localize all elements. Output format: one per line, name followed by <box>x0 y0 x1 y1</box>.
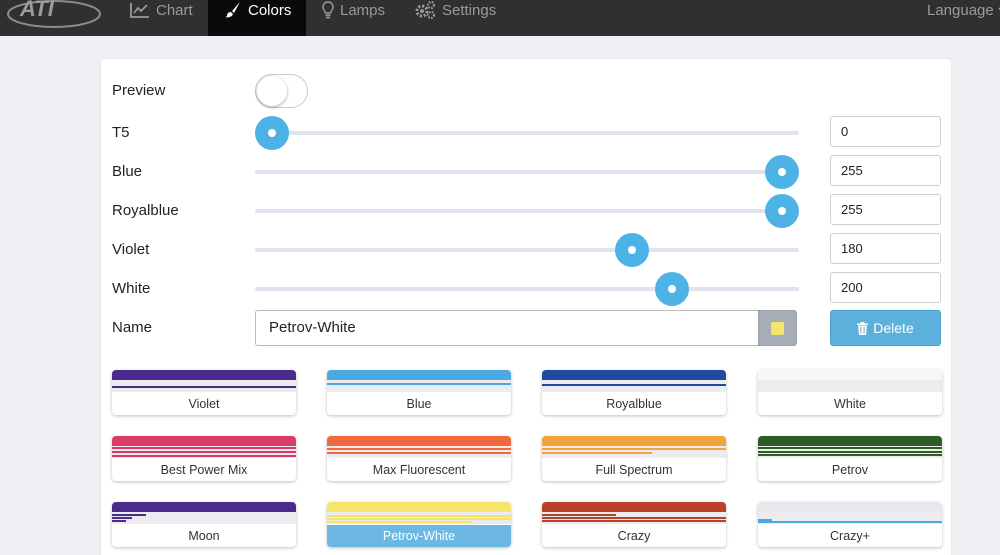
preset-label: Royalblue <box>606 397 662 411</box>
preset-crazy[interactable]: Crazy <box>542 502 726 547</box>
channel-t5-slider-thumb[interactable] <box>255 116 289 150</box>
lightbulb-icon <box>322 1 334 19</box>
nav-chart[interactable]: Chart <box>116 0 207 28</box>
channel-violet-slider[interactable] <box>255 233 799 267</box>
nav-colors[interactable]: Colors <box>208 0 306 36</box>
preview-toggle-knob <box>257 76 287 106</box>
channel-white-slider[interactable] <box>255 272 799 306</box>
channel-blue-input[interactable]: 255 <box>830 155 941 186</box>
preset-bars <box>112 436 296 458</box>
color-picker-button[interactable] <box>758 310 797 346</box>
preset-label: Moon <box>188 529 220 543</box>
nav-lamps[interactable]: Lamps <box>308 0 399 28</box>
preset-bars <box>327 436 511 458</box>
nav-chart-label: Chart <box>156 1 193 19</box>
preview-toggle[interactable] <box>255 74 308 108</box>
nav-settings[interactable]: Settings <box>400 0 510 28</box>
channel-violet-slider-thumb[interactable] <box>615 233 649 267</box>
preset-bars <box>327 370 511 392</box>
preset-label: Violet <box>188 397 220 411</box>
channel-royalblue-label: Royalblue <box>112 202 179 219</box>
delete-label: Delete <box>873 320 914 336</box>
nav-colors-label: Colors <box>248 1 292 19</box>
line-chart-icon <box>130 3 149 18</box>
channel-white-slider-thumb[interactable] <box>655 272 689 306</box>
preview-label: Preview <box>112 82 166 99</box>
preset-bars <box>112 502 296 524</box>
preset-label: Max Fluorescent <box>372 463 466 477</box>
channel-royalblue-slider-thumb[interactable] <box>765 194 799 228</box>
preset-label: Petrov <box>831 463 869 477</box>
channel-white-label: White <box>112 280 151 297</box>
name-input[interactable]: Petrov-White <box>255 310 758 346</box>
color-swatch <box>771 322 784 335</box>
channel-t5-label: T5 <box>112 124 130 141</box>
preset-moon[interactable]: Moon <box>112 502 296 547</box>
preset-label: Best Power Mix <box>160 463 248 477</box>
channel-royalblue-input[interactable]: 255 <box>830 194 941 225</box>
ati-logo[interactable]: ATI <box>6 0 106 35</box>
preset-crazy-plus[interactable]: Crazy+ <box>758 502 942 547</box>
preset-label: White <box>834 397 866 411</box>
preset-full-spectrum[interactable]: Full Spectrum <box>542 436 726 481</box>
preset-label: Crazy <box>617 529 651 543</box>
channel-blue-slider[interactable] <box>255 155 799 189</box>
channel-blue-slider-thumb[interactable] <box>765 155 799 189</box>
preset-bars <box>758 436 942 458</box>
top-navbar: ATI Chart Colors Lamps Settings Language <box>0 0 1000 36</box>
logo-text: ATI <box>19 0 55 21</box>
trash-icon <box>857 321 869 335</box>
preset-label: Crazy+ <box>830 529 870 543</box>
preset-bars <box>327 502 511 524</box>
preset-bars <box>112 370 296 392</box>
preset-blue[interactable]: Blue <box>327 370 511 415</box>
channel-t5-input[interactable]: 0 <box>830 116 941 147</box>
preset-label: Blue <box>406 397 432 411</box>
channel-blue-label: Blue <box>112 163 143 180</box>
preset-bars <box>542 502 726 524</box>
nav-lamps-label: Lamps <box>340 1 386 19</box>
preset-max-fluorescent[interactable]: Max Fluorescent <box>327 436 511 481</box>
gears-icon <box>415 0 436 20</box>
nav-settings-label: Settings <box>442 1 497 19</box>
preset-petrov[interactable]: Petrov <box>758 436 942 481</box>
preset-bars <box>758 370 942 392</box>
preset-royalblue[interactable]: Royalblue <box>542 370 726 415</box>
language-dropdown[interactable]: Language <box>927 0 1000 28</box>
preset-bars <box>542 436 726 458</box>
channel-royalblue-slider[interactable] <box>255 194 799 228</box>
delete-button[interactable]: Delete <box>830 310 941 346</box>
channel-violet-input[interactable]: 180 <box>830 233 941 264</box>
preset-white[interactable]: White <box>758 370 942 415</box>
preset-petrov-white[interactable]: Petrov-White <box>327 502 511 547</box>
channel-violet-label: Violet <box>112 241 150 258</box>
language-label: Language <box>927 1 994 19</box>
preset-violet[interactable]: Violet <box>112 370 296 415</box>
preset-best-power-mix[interactable]: Best Power Mix <box>112 436 296 481</box>
preset-label: Full Spectrum <box>595 463 673 477</box>
channel-white-input[interactable]: 200 <box>830 272 941 303</box>
preset-bars <box>542 370 726 392</box>
preset-label: Petrov-White <box>327 525 511 547</box>
name-label: Name <box>112 319 153 336</box>
paint-brush-icon <box>225 2 240 18</box>
channel-t5-slider[interactable] <box>255 116 799 150</box>
preset-bars <box>758 502 942 524</box>
